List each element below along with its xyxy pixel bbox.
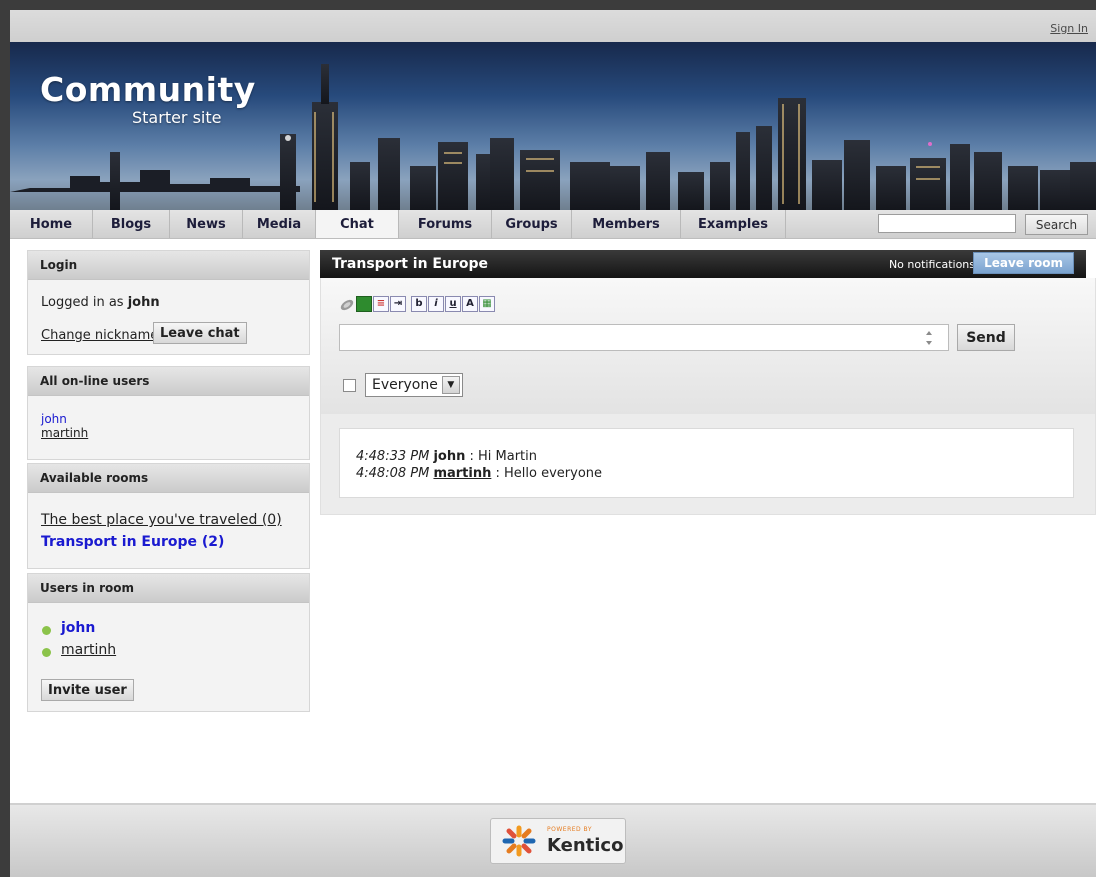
room-link-transport-europe[interactable]: Transport in Europe (2) xyxy=(41,534,224,550)
users-in-room-title: Users in room xyxy=(28,574,309,603)
chat-compose-area: ≡ ⇥ b i u A ▦ Send Everyone ▼ xyxy=(320,278,1096,414)
chat-messages-area: 4:48:33 PM john : Hi Martin 4:48:08 PM m… xyxy=(320,414,1096,515)
message-text: : Hello everyone xyxy=(495,466,603,481)
available-rooms-panel: Available rooms The best place you've tr… xyxy=(27,463,310,569)
chat-message: 4:48:33 PM john : Hi Martin xyxy=(356,449,537,464)
kentico-logo-icon xyxy=(502,825,536,857)
online-users-title: All on-line users xyxy=(28,367,309,396)
nav-blogs[interactable]: Blogs xyxy=(93,210,170,238)
chat-room-title: Transport in Europe xyxy=(332,256,488,272)
strike-icon[interactable]: A xyxy=(462,296,478,312)
bold-icon[interactable]: b xyxy=(411,296,427,312)
list-icon[interactable]: ≡ xyxy=(373,296,389,312)
sign-in-link[interactable]: Sign In xyxy=(1050,22,1088,35)
chat-message: 4:48:08 PM martinh : Hello everyone xyxy=(356,466,602,481)
nav-examples[interactable]: Examples xyxy=(681,210,786,238)
recipient-selected-value: Everyone xyxy=(372,377,438,393)
site-header-banner: Community Starter site xyxy=(10,42,1096,210)
online-users-panel: All on-line users john martinh xyxy=(27,366,310,460)
indent-icon[interactable]: ⇥ xyxy=(390,296,406,312)
table-icon[interactable]: ▦ xyxy=(479,296,495,312)
main-nav: Home Blogs News Media Chat Forums Groups… xyxy=(10,210,1096,239)
nav-groups[interactable]: Groups xyxy=(492,210,572,238)
leave-chat-button[interactable]: Leave chat xyxy=(153,322,247,344)
chat-room-header: Transport in Europe No notifications Lea… xyxy=(320,250,1086,278)
logo-title: Community xyxy=(40,70,256,109)
login-panel: Login Logged in as john Change nickname … xyxy=(27,250,310,355)
message-author[interactable]: john xyxy=(433,449,465,464)
online-status-dot xyxy=(42,626,51,635)
spin-buttons-icon[interactable] xyxy=(921,326,937,350)
nav-forums[interactable]: Forums xyxy=(399,210,492,238)
kentico-logo-badge[interactable]: POWERED BY Kentico xyxy=(490,818,626,864)
recipient-select[interactable]: Everyone ▼ xyxy=(365,373,463,397)
kentico-brand-text: Kentico xyxy=(547,835,624,856)
login-panel-title: Login xyxy=(28,251,309,280)
footer: POWERED BY Kentico xyxy=(10,803,1096,877)
message-time: 4:48:08 PM xyxy=(356,466,430,481)
logo-subtitle: Starter site xyxy=(132,108,222,127)
powered-by-label: POWERED BY xyxy=(547,826,593,833)
logged-in-username: john xyxy=(127,295,160,310)
message-input[interactable] xyxy=(339,324,949,351)
nav-media[interactable]: Media xyxy=(243,210,316,238)
message-time: 4:48:33 PM xyxy=(356,449,430,464)
search-button[interactable]: Search xyxy=(1025,214,1088,235)
italic-icon[interactable]: i xyxy=(428,296,444,312)
room-link-best-place[interactable]: The best place you've traveled (0) xyxy=(41,512,282,528)
leave-room-button[interactable]: Leave room xyxy=(973,252,1074,274)
logged-in-status: Logged in as john xyxy=(41,295,160,310)
nav-members[interactable]: Members xyxy=(572,210,681,238)
smiley-icon[interactable] xyxy=(339,296,355,312)
nav-chat[interactable]: Chat xyxy=(316,210,399,238)
users-in-room-panel: Users in room john martinh Invite user xyxy=(27,573,310,712)
available-rooms-title: Available rooms xyxy=(28,464,309,493)
color-icon[interactable] xyxy=(356,296,372,312)
nav-news[interactable]: News xyxy=(170,210,243,238)
online-users-list: john martinh xyxy=(41,412,88,440)
online-user-john[interactable]: john xyxy=(41,412,88,426)
send-button[interactable]: Send xyxy=(957,324,1015,351)
invite-user-button[interactable]: Invite user xyxy=(41,679,134,701)
message-text: : Hi Martin xyxy=(469,449,538,464)
search-input[interactable] xyxy=(878,214,1016,233)
change-nickname-link[interactable]: Change nickname xyxy=(41,328,158,343)
page: Sign In Community Starter site Home Blog… xyxy=(10,10,1096,877)
private-message-checkbox[interactable] xyxy=(343,379,356,392)
online-status-dot xyxy=(42,648,51,657)
nav-home[interactable]: Home xyxy=(10,210,93,238)
underline-icon[interactable]: u xyxy=(445,296,461,312)
chat-messages-box: 4:48:33 PM john : Hi Martin 4:48:08 PM m… xyxy=(339,428,1074,498)
room-user-john[interactable]: john xyxy=(61,620,95,636)
message-author[interactable]: martinh xyxy=(433,466,491,481)
top-bar: Sign In xyxy=(10,10,1096,42)
room-user-martinh[interactable]: martinh xyxy=(61,642,116,658)
chevron-down-icon[interactable]: ▼ xyxy=(441,376,460,394)
online-user-martinh[interactable]: martinh xyxy=(41,426,88,440)
logged-in-label: Logged in as xyxy=(41,295,124,310)
notifications-status[interactable]: No notifications xyxy=(889,258,975,271)
